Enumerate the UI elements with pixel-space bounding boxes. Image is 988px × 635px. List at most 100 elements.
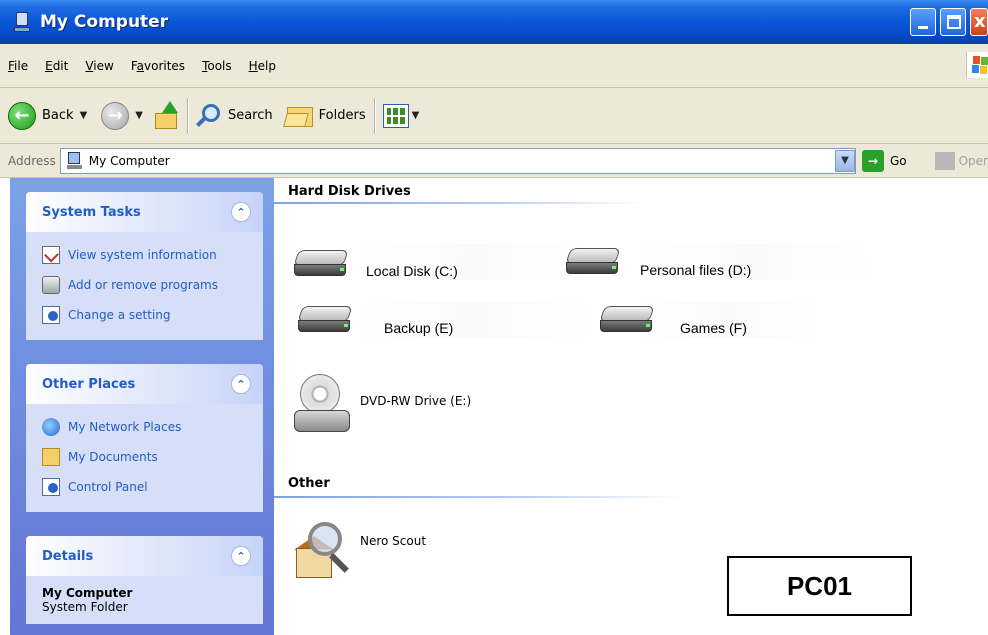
- drive-games-f[interactable]: Games (F): [598, 304, 747, 336]
- menu-favorites[interactable]: Favorites: [131, 59, 185, 73]
- menu-favorites-rest: vorites: [144, 58, 186, 73]
- menu-tools[interactable]: Tools: [202, 59, 232, 73]
- other-places-title: Other Places: [42, 376, 136, 392]
- drive-personal-files-d[interactable]: Personal files (D:): [564, 246, 751, 278]
- task-label: View system information: [68, 248, 217, 262]
- network-places-icon: [42, 418, 60, 436]
- menu-view-rest: iew: [93, 58, 114, 73]
- hard-drive-icon: [564, 246, 622, 278]
- folders-button[interactable]: Folders: [282, 103, 366, 129]
- drive-backup-e[interactable]: Backup (E): [296, 304, 453, 336]
- place-label: Control Panel: [68, 480, 148, 494]
- nero-scout-item[interactable]: Nero Scout: [294, 522, 426, 582]
- dvd-drive-icon: [294, 374, 352, 444]
- menu-help-rest: elp: [257, 58, 277, 73]
- folders-label: Folders: [318, 108, 366, 123]
- my-computer-icon: [14, 10, 32, 34]
- details-header[interactable]: Details ⌃: [26, 536, 263, 576]
- folders-icon: [282, 103, 315, 129]
- group-divider: [274, 202, 644, 204]
- menu-favorites-accel: a: [136, 58, 144, 73]
- task-view-system-information[interactable]: View system information: [42, 240, 251, 270]
- hard-drive-icon: [292, 248, 350, 280]
- window-title: My Computer: [40, 12, 169, 32]
- drive-label: Local Disk (C:): [366, 263, 458, 279]
- forward-icon: →: [101, 101, 130, 130]
- place-my-documents[interactable]: My Documents: [42, 442, 251, 472]
- title-bar[interactable]: My Computer x: [0, 0, 988, 44]
- collapse-icon[interactable]: ⌃: [231, 202, 251, 222]
- forward-dropdown-icon[interactable]: ▼: [135, 110, 143, 121]
- control-panel-icon: [42, 306, 60, 324]
- up-folder-icon[interactable]: [153, 100, 179, 131]
- menu-file-rest: ile: [14, 58, 29, 73]
- views-button[interactable]: ▼: [382, 103, 420, 128]
- system-tasks-panel: System Tasks ⌃ View system information A…: [26, 192, 263, 340]
- menu-edit[interactable]: Edit: [45, 59, 68, 73]
- place-my-network-places[interactable]: My Network Places: [42, 412, 251, 442]
- drive-label: DVD-RW Drive (E:): [360, 394, 472, 408]
- toolbar-separator: [186, 97, 188, 134]
- forward-button[interactable]: → ▼: [101, 101, 143, 130]
- drive-label: Games (F): [680, 320, 747, 336]
- open-icon: [934, 151, 955, 170]
- menu-tools-rest: ools: [207, 58, 232, 73]
- menu-edit-accel: E: [45, 58, 53, 73]
- drive-label: Personal files (D:): [640, 262, 752, 278]
- menu-help[interactable]: Help: [249, 59, 276, 73]
- toolbar: ← Back ▼ → ▼ Search Folders ▼: [0, 88, 988, 144]
- details-title: Details: [42, 548, 94, 564]
- task-change-setting[interactable]: Change a setting: [42, 300, 251, 330]
- details-name: My Computer: [42, 586, 133, 600]
- back-dropdown-icon[interactable]: ▼: [80, 110, 88, 121]
- my-computer-icon: [66, 151, 83, 170]
- address-input[interactable]: My Computer ▼: [59, 147, 856, 174]
- address-label: Address: [8, 153, 56, 168]
- place-control-panel[interactable]: Control Panel: [42, 472, 251, 502]
- collapse-icon[interactable]: ⌃: [231, 374, 251, 394]
- item-label: Nero Scout: [360, 534, 427, 548]
- menu-view[interactable]: View: [85, 59, 113, 73]
- maximize-button[interactable]: [940, 8, 966, 36]
- task-label: Change a setting: [68, 308, 171, 322]
- windows-logo-icon: [966, 52, 988, 78]
- place-label: My Documents: [68, 450, 158, 464]
- place-label: My Network Places: [68, 420, 182, 434]
- open-button[interactable]: Oper: [934, 151, 988, 170]
- back-icon: ←: [8, 101, 36, 130]
- close-button[interactable]: x: [970, 8, 988, 36]
- group-header-hard-disk-drives: Hard Disk Drives: [288, 184, 411, 199]
- go-label: Go: [889, 153, 907, 168]
- collapse-icon[interactable]: ⌃: [231, 546, 251, 566]
- control-panel-icon: [42, 478, 60, 496]
- nero-scout-icon: [294, 522, 352, 582]
- search-button[interactable]: Search: [196, 102, 273, 130]
- details-type: System Folder: [42, 600, 128, 614]
- other-places-header[interactable]: Other Places ⌃: [26, 364, 263, 404]
- task-pane: System Tasks ⌃ View system information A…: [10, 178, 274, 635]
- back-label: Back: [42, 108, 74, 123]
- system-tasks-header[interactable]: System Tasks ⌃: [26, 192, 263, 232]
- drive-local-disk-c[interactable]: Local Disk (C:): [292, 248, 458, 280]
- task-label: Add or remove programs: [68, 278, 218, 292]
- views-dropdown-icon: ▼: [411, 110, 420, 121]
- system-info-icon: [42, 246, 60, 264]
- other-places-panel: Other Places ⌃ My Network Places My Docu…: [26, 364, 263, 512]
- drive-label: Backup (E): [384, 320, 454, 336]
- menu-help-accel: H: [248, 58, 258, 73]
- back-button[interactable]: ← Back ▼: [8, 101, 88, 130]
- pc-id-label: PC01: [727, 556, 912, 616]
- address-bar: Address My Computer ▼ → Go Oper: [0, 144, 988, 178]
- menu-file[interactable]: File: [8, 59, 28, 73]
- task-add-remove-programs[interactable]: Add or remove programs: [42, 270, 251, 300]
- menu-edit-rest: dit: [52, 58, 69, 73]
- go-button[interactable]: → Go: [861, 149, 907, 172]
- group-header-other: Other: [288, 476, 330, 491]
- go-arrow-icon: →: [861, 149, 884, 172]
- open-label: Oper: [958, 153, 988, 168]
- toolbar-separator: [373, 97, 375, 134]
- menu-bar: File Edit View Favorites Tools Help: [0, 44, 988, 88]
- address-dropdown-button[interactable]: ▼: [834, 149, 855, 172]
- minimize-button[interactable]: [910, 8, 936, 36]
- drive-dvd-rw-e[interactable]: DVD-RW Drive (E:): [294, 374, 471, 444]
